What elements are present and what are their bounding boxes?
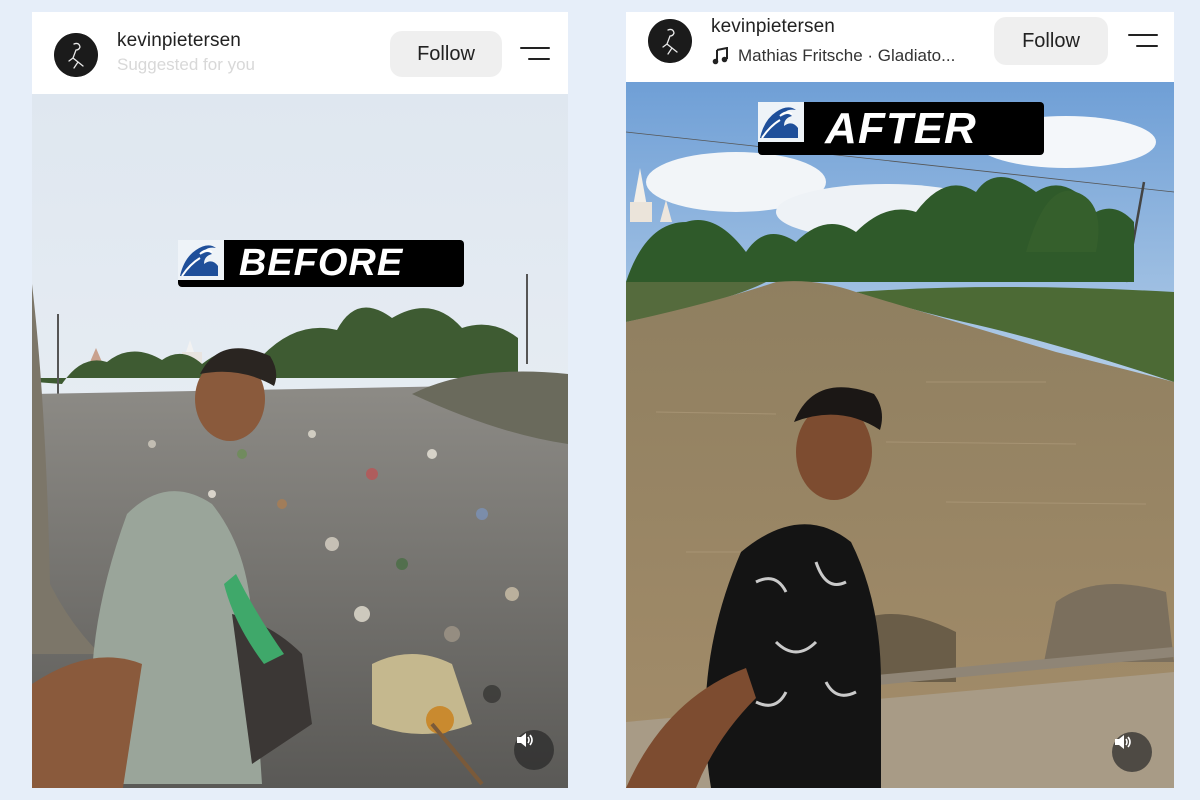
before-label-text: BEFORE bbox=[238, 242, 404, 284]
post-photo: AFTER bbox=[626, 82, 1174, 788]
sound-toggle-button[interactable] bbox=[514, 730, 554, 770]
music-info[interactable]: Mathias Fritsche · Gladiato... bbox=[712, 46, 955, 66]
menu-icon[interactable] bbox=[1128, 32, 1158, 52]
post-photo: BEFORE bbox=[32, 94, 568, 788]
post-before: kevinpietersen Suggested for you Follow bbox=[32, 12, 568, 788]
username[interactable]: kevinpietersen bbox=[711, 16, 835, 38]
after-label: AFTER bbox=[758, 102, 1044, 155]
username[interactable]: kevinpietersen bbox=[117, 30, 241, 52]
wave-icon bbox=[178, 240, 224, 280]
speaker-icon bbox=[1115, 735, 1131, 749]
menu-icon[interactable] bbox=[520, 45, 550, 65]
avatar[interactable] bbox=[648, 19, 692, 63]
music-track-label: Mathias Fritsche · Gladiato... bbox=[738, 46, 956, 65]
avatar[interactable] bbox=[54, 33, 98, 77]
suggested-label: Suggested for you bbox=[117, 55, 255, 74]
music-note-icon bbox=[712, 47, 728, 65]
post-header: kevinpietersen Mathias Fritsche · Gladia… bbox=[626, 12, 1174, 82]
post-after: kevinpietersen Mathias Fritsche · Gladia… bbox=[626, 12, 1174, 788]
wave-icon bbox=[758, 102, 804, 142]
follow-button[interactable]: Follow bbox=[390, 31, 502, 77]
sound-toggle-button[interactable] bbox=[1112, 732, 1152, 772]
follow-button[interactable]: Follow bbox=[994, 17, 1108, 65]
before-label: BEFORE bbox=[178, 240, 464, 287]
post-header: kevinpietersen Suggested for you Follow bbox=[32, 12, 568, 94]
speaker-icon bbox=[517, 733, 533, 747]
after-label-text: AFTER bbox=[825, 103, 977, 153]
